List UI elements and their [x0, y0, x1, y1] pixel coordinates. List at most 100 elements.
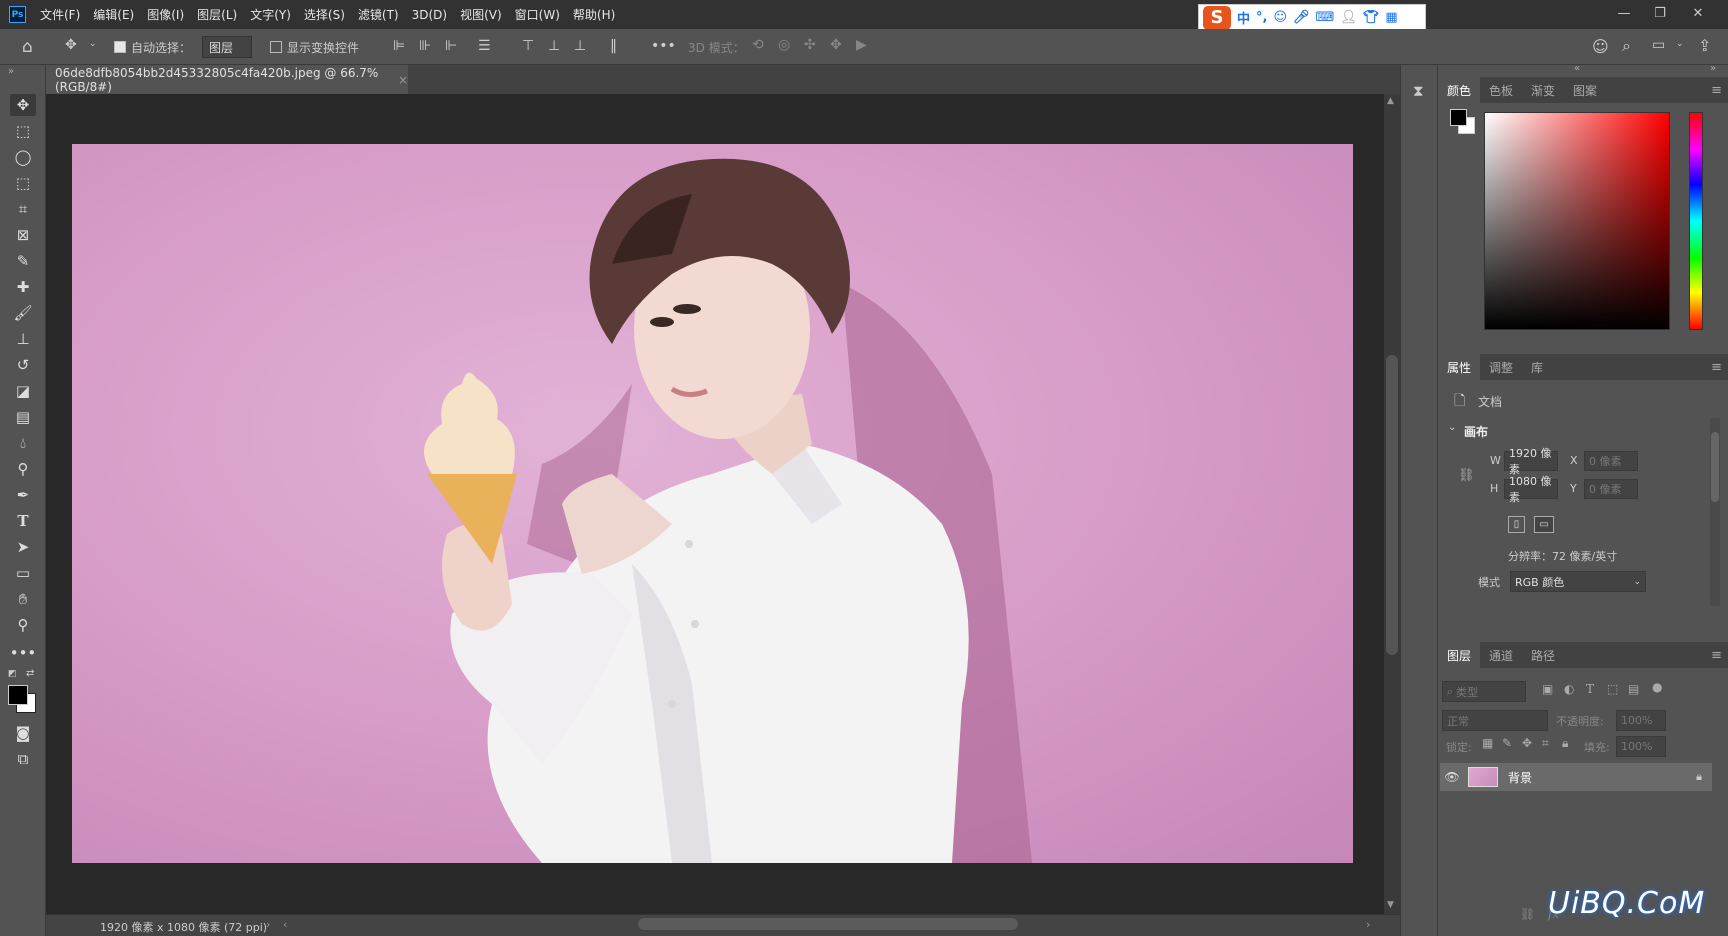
align-bottom-icon[interactable]: ⊥: [574, 38, 586, 54]
more-options-button[interactable]: •••: [651, 38, 676, 54]
tab-patterns[interactable]: 图案: [1564, 77, 1606, 103]
3d-roll-icon[interactable]: ◎: [778, 37, 790, 53]
emoji-icon[interactable]: ☺: [1273, 10, 1287, 25]
keyboard-icon[interactable]: ⌨: [1316, 10, 1335, 25]
auto-select-target-dropdown[interactable]: 图层: [202, 36, 252, 58]
frame-tool-icon[interactable]: ⊠: [10, 224, 36, 246]
workspace-chevron-icon[interactable]: ⌄: [1676, 39, 1684, 49]
move-tool-icon[interactable]: ✥: [10, 94, 36, 116]
fill-field[interactable]: 100%: [1616, 736, 1666, 757]
lock-all-icon[interactable]: 🔒︎: [1562, 736, 1568, 751]
ime-punct-toggle[interactable]: °,: [1256, 10, 1267, 25]
auto-select-checkbox[interactable]: [114, 41, 126, 53]
tab-adjustments[interactable]: 调整: [1480, 354, 1522, 380]
lock-position-icon[interactable]: ✥: [1522, 736, 1532, 750]
menu-view[interactable]: 视图(V): [460, 6, 502, 23]
user-icon[interactable]: 👤︎: [1340, 10, 1357, 25]
tab-paths[interactable]: 路径: [1522, 642, 1564, 668]
3d-scale-icon[interactable]: ▶: [856, 37, 867, 53]
rectangle-tool-icon[interactable]: ▭: [10, 562, 36, 584]
blend-mode-dropdown[interactable]: 正常: [1442, 710, 1548, 731]
tab-swatches[interactable]: 色板: [1480, 77, 1522, 103]
skin-icon[interactable]: 👕︎: [1363, 10, 1380, 25]
lock-artboard-icon[interactable]: ⌗: [1542, 736, 1549, 751]
foreground-color-swatch[interactable]: [8, 685, 28, 705]
align-top-icon[interactable]: ⊤: [522, 38, 534, 54]
x-field[interactable]: 0 像素: [1584, 451, 1638, 471]
tab-color[interactable]: 颜色: [1438, 77, 1481, 103]
scroll-right-icon[interactable]: ›: [1366, 918, 1370, 931]
zoom-tool-icon[interactable]: ⚲: [10, 614, 36, 636]
menu-3d[interactable]: 3D(D): [412, 8, 447, 22]
tab-libraries[interactable]: 库: [1522, 354, 1552, 380]
blur-tool-icon[interactable]: 💧︎: [10, 432, 36, 454]
filter-shape-icon[interactable]: ⬚: [1607, 682, 1618, 696]
ime-mode-toggle[interactable]: 中: [1237, 8, 1250, 27]
hand-tool-icon[interactable]: ✋︎: [10, 588, 36, 610]
horizontal-scroll-thumb[interactable]: [638, 918, 1018, 930]
layers-panel-menu-icon[interactable]: ≡: [1711, 648, 1722, 663]
align-middle-icon[interactable]: ⊥: [548, 38, 560, 54]
tab-layers[interactable]: 图层: [1438, 642, 1481, 668]
menu-help[interactable]: 帮助(H): [573, 6, 615, 23]
crop-tool-icon[interactable]: ⌗: [10, 198, 36, 220]
search-icon[interactable]: ⌕: [1622, 36, 1631, 56]
type-tool-icon[interactable]: T: [10, 510, 36, 532]
distribute-horizontal-icon[interactable]: ‖: [610, 38, 617, 54]
align-left-icon[interactable]: ⊫: [393, 38, 405, 54]
color-panel-menu-icon[interactable]: ≡: [1711, 83, 1722, 98]
color-mode-dropdown[interactable]: RGB 颜色 ⌄: [1510, 571, 1646, 592]
learn-icon[interactable]: ☺: [1592, 37, 1609, 56]
tab-properties[interactable]: 属性: [1438, 354, 1481, 380]
home-icon[interactable]: ⌂: [22, 37, 33, 57]
quick-mask-icon[interactable]: ◙: [10, 722, 36, 744]
y-field[interactable]: 0 像素: [1584, 479, 1638, 499]
toolbox-icon[interactable]: ▦: [1385, 10, 1397, 25]
pen-tool-icon[interactable]: ✒: [10, 484, 36, 506]
lasso-tool-icon[interactable]: ◯: [10, 146, 36, 168]
3d-slide-icon[interactable]: ✥: [830, 37, 842, 53]
edit-toolbar-icon[interactable]: •••: [10, 642, 37, 664]
sogou-logo-icon[interactable]: S: [1203, 5, 1231, 30]
filter-toggle-icon[interactable]: ●: [1652, 680, 1662, 694]
scroll-left-icon[interactable]: ‹: [283, 918, 287, 931]
microphone-icon[interactable]: 🎤︎: [1293, 10, 1310, 25]
vertical-scroll-thumb[interactable]: [1386, 355, 1398, 655]
filter-pixel-icon[interactable]: ▣: [1542, 682, 1553, 696]
color-picker-field[interactable]: [1484, 112, 1670, 330]
restore-button[interactable]: ❐: [1642, 2, 1678, 24]
opacity-field[interactable]: 100%: [1616, 710, 1666, 731]
tab-channels[interactable]: 通道: [1480, 642, 1522, 668]
layer-row-background[interactable]: 👁︎ 背景 🔒︎: [1440, 763, 1712, 791]
menu-window[interactable]: 窗口(W): [515, 6, 560, 23]
marquee-tool-icon[interactable]: ⬚: [10, 120, 36, 142]
swap-colors-icon[interactable]: ⇄: [26, 668, 34, 679]
gradient-tool-icon[interactable]: ▤: [10, 406, 36, 428]
lock-transparent-icon[interactable]: ▦: [1482, 736, 1493, 750]
close-button[interactable]: ✕: [1680, 2, 1716, 24]
filter-type-icon[interactable]: T: [1586, 682, 1594, 696]
menu-layer[interactable]: 图层(L): [197, 6, 237, 23]
3d-orbit-icon[interactable]: ⟲: [752, 37, 764, 53]
workspace-icon[interactable]: ▭: [1652, 37, 1665, 53]
brush-tool-icon[interactable]: 🖌︎: [10, 302, 36, 324]
properties-scroll-thumb[interactable]: [1711, 432, 1719, 502]
share-icon[interactable]: ⇪: [1698, 36, 1711, 55]
height-field[interactable]: 1080 像素: [1504, 475, 1558, 504]
hue-slider[interactable]: [1689, 112, 1703, 330]
scroll-up-icon[interactable]: ▲: [1387, 96, 1394, 106]
filter-smart-object-icon[interactable]: ▤: [1628, 682, 1639, 696]
collapse-panels-icon[interactable]: «: [1574, 63, 1580, 74]
align-right-icon[interactable]: ⊩: [445, 38, 457, 54]
screen-mode-icon[interactable]: ⧉: [10, 748, 36, 770]
width-field[interactable]: 1920 像素: [1504, 447, 1558, 476]
menu-edit[interactable]: 编辑(E): [93, 6, 134, 23]
menu-select[interactable]: 选择(S): [304, 6, 345, 23]
layer-visibility-eye-icon[interactable]: 👁︎: [1440, 770, 1464, 784]
landscape-orientation-icon[interactable]: ▭: [1534, 516, 1554, 533]
default-colors-icon[interactable]: ◩: [8, 669, 17, 679]
eyedropper-tool-icon[interactable]: ✎: [10, 250, 36, 272]
distribute-vertical-icon[interactable]: ☰: [478, 38, 491, 54]
document-canvas-image[interactable]: [72, 144, 1353, 863]
expand-panels-icon[interactable]: »: [1710, 63, 1716, 74]
